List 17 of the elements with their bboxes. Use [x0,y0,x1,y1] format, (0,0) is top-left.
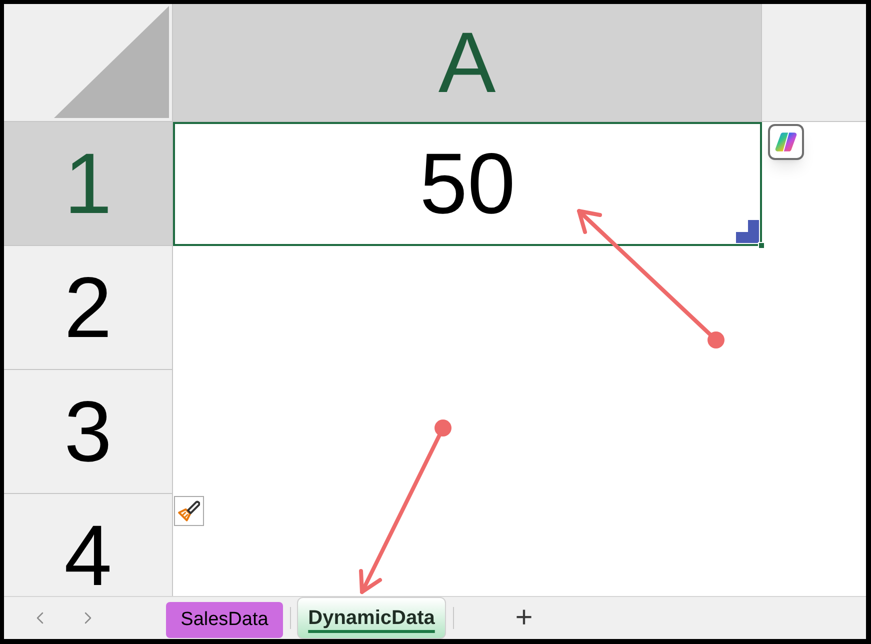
row-header[interactable]: 4 [4,494,173,596]
assistant-button[interactable] [768,124,804,160]
column-header[interactable]: A [173,4,762,122]
fill-handle[interactable] [758,242,765,249]
corner-step-icon [736,220,759,243]
row-header[interactable]: 2 [4,246,173,370]
sheet-tab[interactable]: DynamicData [297,597,446,639]
new-sheet-button[interactable]: + [512,603,536,633]
row-header[interactable]: 1 [4,122,173,246]
row-header[interactable]: 3 [4,370,173,494]
paintbrush-icon [178,500,200,522]
active-cell[interactable]: 50 [173,122,762,246]
gradient-logo-icon [775,131,797,153]
brush-button[interactable] [174,496,204,526]
corner-triangle-icon [54,6,169,118]
cell-value: 50 [420,141,516,227]
sheet-tab[interactable]: SalesData [166,602,283,638]
